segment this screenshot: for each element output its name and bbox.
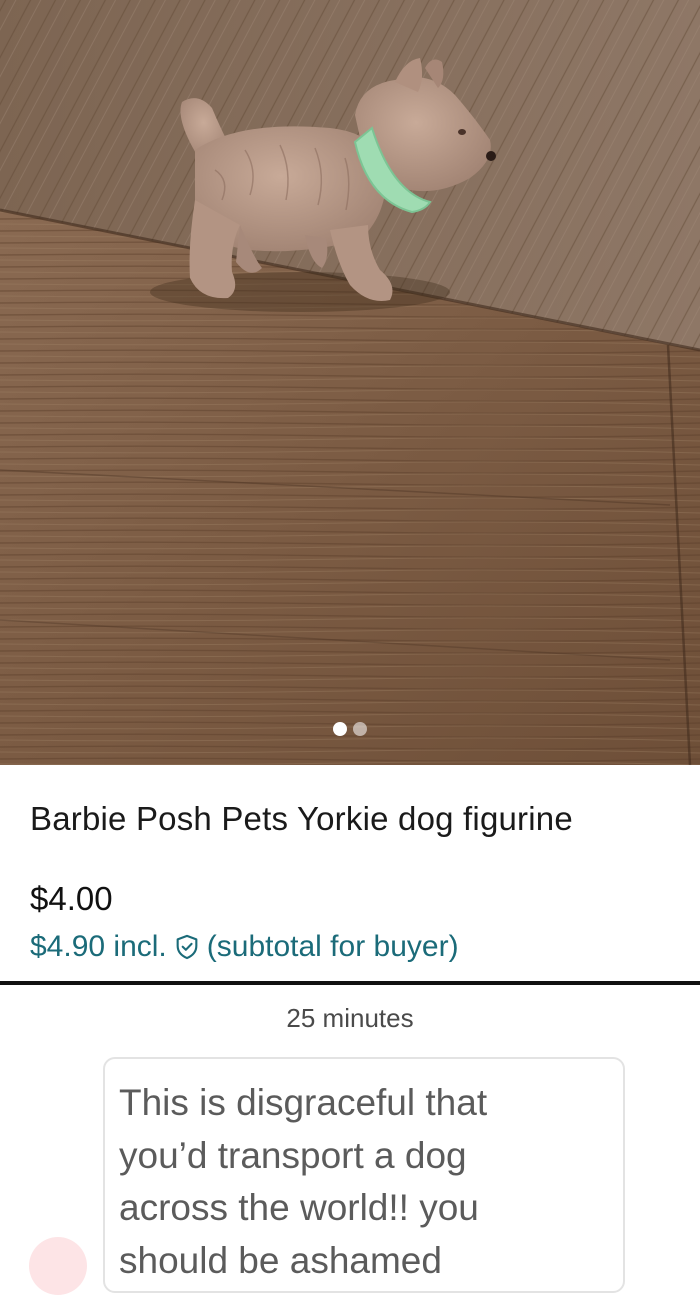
message-timestamp: 25 minutes	[286, 1003, 414, 1033]
listing-photo	[0, 0, 700, 765]
message-bubble[interactable]: This is disgraceful that you’d transport…	[103, 1057, 625, 1293]
listing-price: $4.00	[30, 880, 113, 917]
price-incl-note: (subtotal for buyer)	[206, 930, 459, 963]
message-line: should be ashamed	[119, 1239, 442, 1281]
price-incl-word: incl.	[113, 930, 167, 963]
price-incl-amount: $4.90	[30, 930, 106, 963]
message-line: across the world!! you	[119, 1187, 479, 1228]
section-divider	[0, 981, 700, 985]
listing-photo-carousel[interactable]	[0, 0, 700, 765]
listing-title[interactable]: Barbie Posh Pets Yorkie dog figurine	[30, 800, 573, 838]
listing-chat-screen: Barbie Posh Pets Yorkie dog figurine $4.…	[0, 0, 700, 1298]
carousel-page-indicator	[0, 722, 700, 736]
carousel-dot-1[interactable]	[333, 722, 347, 736]
message-line: This is disgraceful that	[119, 1082, 488, 1123]
message-line: you’d transport a dog	[119, 1134, 467, 1176]
carousel-dot-2[interactable]	[353, 722, 367, 736]
shield-check-icon[interactable]	[173, 933, 201, 961]
avatar[interactable]	[29, 1237, 87, 1295]
buyer-protection-price[interactable]: $4.90 incl. (subtotal for buyer)	[30, 930, 459, 964]
